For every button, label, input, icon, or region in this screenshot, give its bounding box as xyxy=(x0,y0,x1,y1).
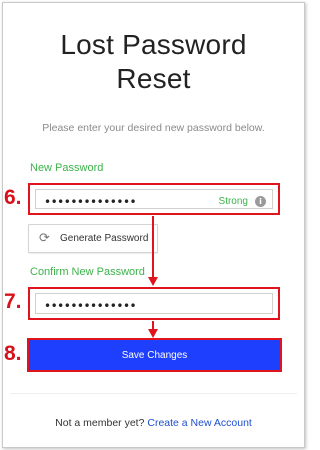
confirm-password-label: Confirm New Password xyxy=(30,266,145,278)
info-icon[interactable]: i xyxy=(255,196,266,207)
page-title: Lost Password Reset xyxy=(0,28,307,96)
save-changes-label: Save Changes xyxy=(121,350,188,361)
new-password-label: New Password xyxy=(30,162,104,174)
password-strength-indicator: Strong xyxy=(218,196,248,207)
confirm-password-value: •••••••••••••• xyxy=(44,299,137,313)
page-subtitle: Please enter your desired new password b… xyxy=(42,122,265,134)
footer-divider xyxy=(10,393,297,394)
new-password-annotation-box: •••••••••••••• Strong i xyxy=(28,183,280,215)
footer: Not a member yet? Create a New Account xyxy=(0,417,307,429)
confirm-password-input[interactable]: •••••••••••••• xyxy=(35,293,273,314)
confirm-password-annotation-box: •••••••••••••• xyxy=(28,287,280,320)
new-password-value: •••••••••••••• xyxy=(44,195,137,209)
save-changes-button[interactable]: Save Changes xyxy=(27,338,282,372)
new-password-input[interactable]: •••••••••••••• Strong i xyxy=(35,189,273,209)
refresh-icon: ⟳ xyxy=(39,231,50,246)
page-title-line2: Reset xyxy=(116,63,191,94)
generate-password-button[interactable]: ⟳ Generate Password xyxy=(28,224,158,253)
step-6-marker: 6. xyxy=(4,186,22,209)
generate-password-label: Generate Password xyxy=(60,233,149,244)
page-title-line1: Lost Password xyxy=(60,29,247,60)
step-7-marker: 7. xyxy=(4,290,22,313)
create-account-link[interactable]: Create a New Account xyxy=(147,417,251,429)
step-8-marker: 8. xyxy=(4,342,22,365)
footer-text: Not a member yet? xyxy=(55,417,145,429)
